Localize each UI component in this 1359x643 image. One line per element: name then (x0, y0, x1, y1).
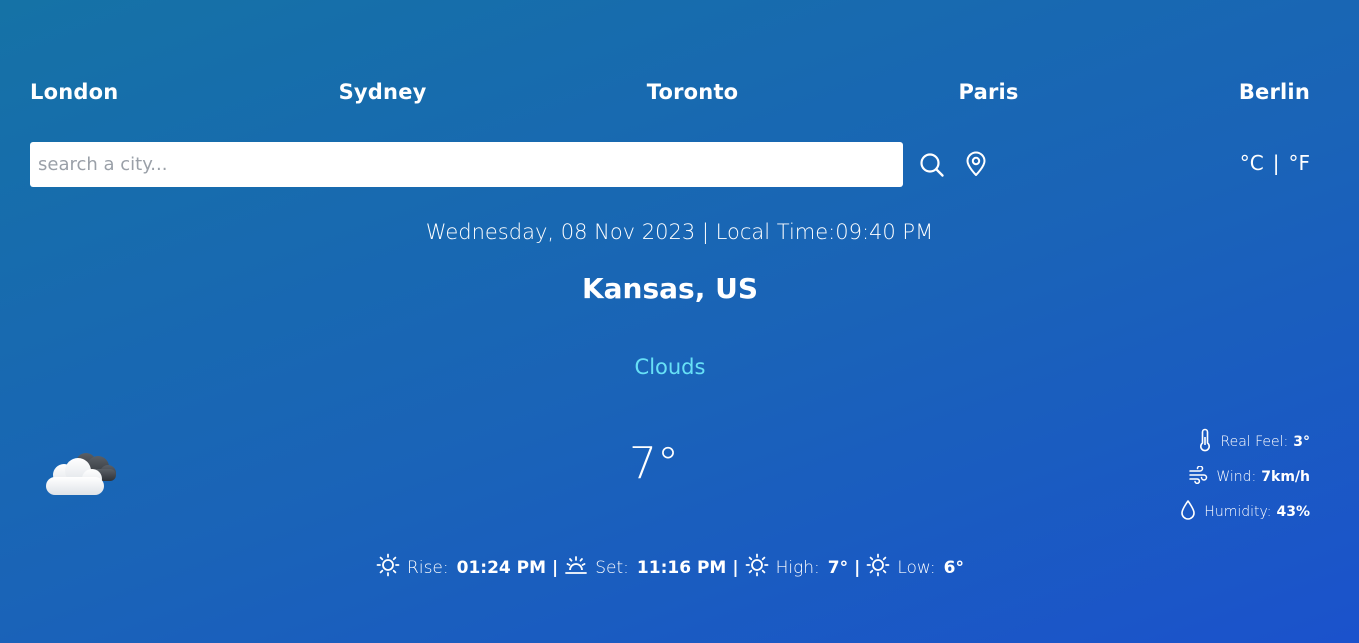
wind-icon (1188, 464, 1216, 488)
search-input[interactable] (30, 142, 903, 187)
sun-icon (376, 553, 407, 582)
sunset-icon (564, 553, 595, 582)
search-bar: °C | °F (30, 142, 1310, 187)
top-cities-nav: London Sydney Toronto Paris Berlin (30, 80, 1310, 104)
humidity-row: Humidity: 43% (1110, 494, 1310, 529)
sunrise-value: 01:24 PM (456, 557, 547, 578)
map-pin-icon[interactable] (964, 151, 988, 177)
wind-value: 7km/h (1261, 468, 1310, 485)
low-temp-label: Low: (897, 557, 936, 578)
low-temp-item: Low: 6° (866, 553, 964, 582)
clouds-icon (42, 443, 122, 503)
wind-label: Wind: (1216, 468, 1257, 485)
sun-icon (866, 553, 897, 582)
thermometer-icon (1198, 428, 1220, 456)
sunrise-item: Rise: 01:24 PM (376, 553, 546, 582)
real-feel-value: 3° (1293, 433, 1310, 450)
wind-row: Wind: 7km/h (1110, 459, 1310, 494)
unit-separator: | (1272, 151, 1280, 175)
separator: | (552, 557, 559, 578)
humidity-label: Humidity: (1204, 503, 1272, 520)
humidity-value: 43% (1276, 503, 1310, 520)
location-title: Kansas, US (581, 272, 759, 305)
sunset-label: Set: (595, 557, 629, 578)
city-button-berlin[interactable]: Berlin (1239, 80, 1310, 104)
date-time-text: Wednesday, 08 Nov 2023 | Local Time:09:4… (425, 220, 934, 244)
city-button-sydney[interactable]: Sydney (339, 80, 427, 104)
high-temp-value: 7° (827, 557, 849, 578)
separator: | (732, 557, 739, 578)
temperature-value: 7° (629, 438, 679, 489)
search-icon[interactable] (919, 152, 945, 178)
real-feel-row: Real Feel: 3° (1110, 424, 1310, 459)
sunrise-label: Rise: (407, 557, 449, 578)
high-temp-item: High: 7° (745, 553, 849, 582)
fahrenheit-button[interactable]: °F (1288, 151, 1310, 175)
city-button-paris[interactable]: Paris (959, 80, 1019, 104)
high-temp-label: High: (775, 557, 820, 578)
droplet-icon (1180, 499, 1204, 525)
sunset-item: Set: 11:16 PM (564, 553, 726, 582)
weather-details: Real Feel: 3° Wind: 7km/h Humidity: 43% (1110, 424, 1310, 529)
unit-toggle: °C | °F (1240, 151, 1310, 175)
sun-icon (745, 553, 776, 582)
sun-and-range-row: Rise: 01:24 PM | Set: 11:16 PM | High: 7… (0, 553, 1340, 582)
separator: | (854, 557, 861, 578)
weather-condition: Clouds (634, 355, 706, 379)
city-button-london[interactable]: London (30, 80, 118, 104)
sunset-value: 11:16 PM (636, 557, 727, 578)
city-button-toronto[interactable]: Toronto (647, 80, 739, 104)
real-feel-label: Real Feel: (1220, 433, 1289, 450)
low-temp-value: 6° (943, 557, 964, 578)
celsius-button[interactable]: °C (1240, 151, 1264, 175)
